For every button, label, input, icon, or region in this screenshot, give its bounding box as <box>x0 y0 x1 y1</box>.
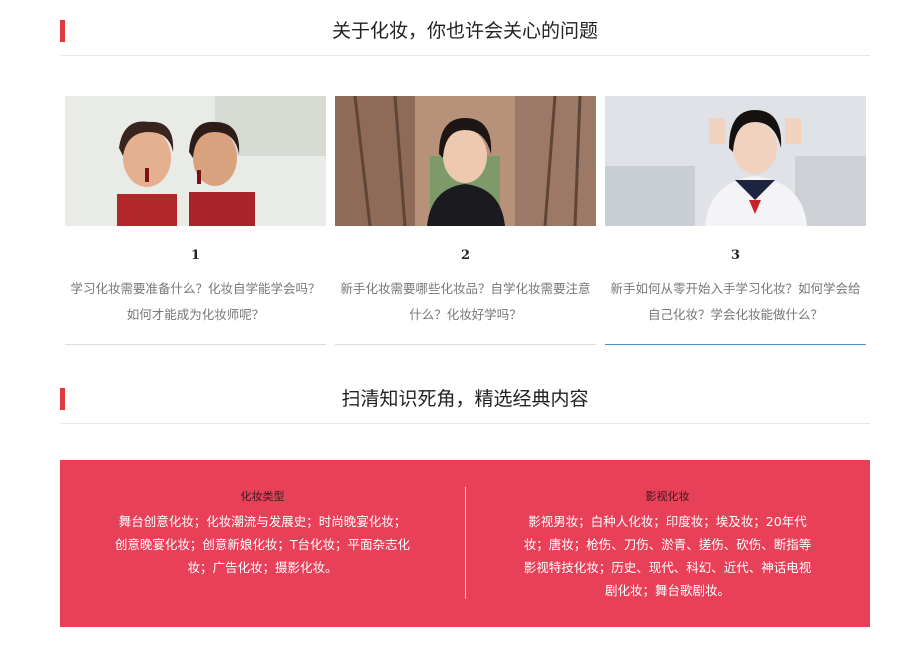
makeup-types-column: 化妆类型 舞台创意化妆；化妆潮流与发展史；时尚晚宴化妆；创意晚宴化妆；创意新娘化… <box>60 460 465 627</box>
card-desc-line: 如何才能成为化妆师呢？ <box>126 307 265 322</box>
faq-card-3[interactable]: 3 新手如何从零开始入手学习化妆？如何学会给 自己化妆？学会化妆能做什么？ <box>605 96 866 345</box>
card-photo[interactable] <box>605 96 866 226</box>
card-desc-line: 自己化妆？学会化妆能做什么？ <box>647 307 823 322</box>
card-description[interactable]: 学习化妆需要准备什么？化妆自学能学会吗？ 如何才能成为化妆师呢？ <box>67 276 324 328</box>
two-women-lipstick-photo <box>65 96 326 226</box>
film-makeup-column: 影视化妆 影视男妆；白种人化妆；印度妆；埃及妆；20年代妆；唐妆；枪伤、刀伤、淤… <box>465 460 870 627</box>
section-title: 扫清知识死角，精选经典内容 <box>341 388 589 410</box>
card-desc-line: 新手如何从零开始入手学习化妆？如何学会给 <box>610 281 861 296</box>
card-desc-line: 学习化妆需要准备什么？化妆自学能学会吗？ <box>70 281 321 296</box>
column-heading: 化妆类型 <box>240 490 285 503</box>
card-number: 2 <box>460 248 471 263</box>
card-number: 1 <box>190 248 201 263</box>
girl-autumn-trees-photo <box>335 96 596 226</box>
card-desc-line: 什么？化妆好学吗？ <box>409 307 522 322</box>
card-number: 3 <box>730 248 741 263</box>
faq-card-2[interactable]: 2 新手化妆需要哪些化妆品？自学化妆需要注意 什么？化妆好学吗？ <box>335 96 596 345</box>
section-header-knowledge: 扫清知识死角，精选经典内容 <box>60 386 870 424</box>
faq-card-1[interactable]: 1 学习化妆需要准备什么？化妆自学能学会吗？ 如何才能成为化妆师呢？ <box>65 96 326 345</box>
course-content-panel: 化妆类型 舞台创意化妆；化妆潮流与发展史；时尚晚宴化妆；创意晚宴化妆；创意新娘化… <box>60 460 870 627</box>
card-description[interactable]: 新手化妆需要哪些化妆品？自学化妆需要注意 什么？化妆好学吗？ <box>337 276 594 328</box>
column-text: 舞台创意化妆；化妆潮流与发展史；时尚晚宴化妆；创意晚宴化妆；创意新娘化妆；T台化… <box>114 514 411 575</box>
faq-cards: 1 学习化妆需要准备什么？化妆自学能学会吗？ 如何才能成为化妆师呢？ 2 新手化… <box>65 96 866 346</box>
section-title: 关于化妆，你也许会关心的问题 <box>331 20 598 42</box>
card-desc-line: 新手化妆需要哪些化妆品？自学化妆需要注意 <box>340 281 591 296</box>
column-text: 影视男妆；白种人化妆；印度妆；埃及妆；20年代妆；唐妆；枪伤、刀伤、淤青、搓伤、… <box>523 514 812 598</box>
column-heading: 影视化妆 <box>645 490 690 503</box>
card-photo[interactable] <box>335 96 596 226</box>
card-photo[interactable] <box>65 96 326 226</box>
card-description[interactable]: 新手如何从零开始入手学习化妆？如何学会给 自己化妆？学会化妆能做什么？ <box>607 276 864 328</box>
section-header-faq: 关于化妆，你也许会关心的问题 <box>60 18 870 56</box>
schoolgirl-classroom-photo <box>605 96 866 226</box>
